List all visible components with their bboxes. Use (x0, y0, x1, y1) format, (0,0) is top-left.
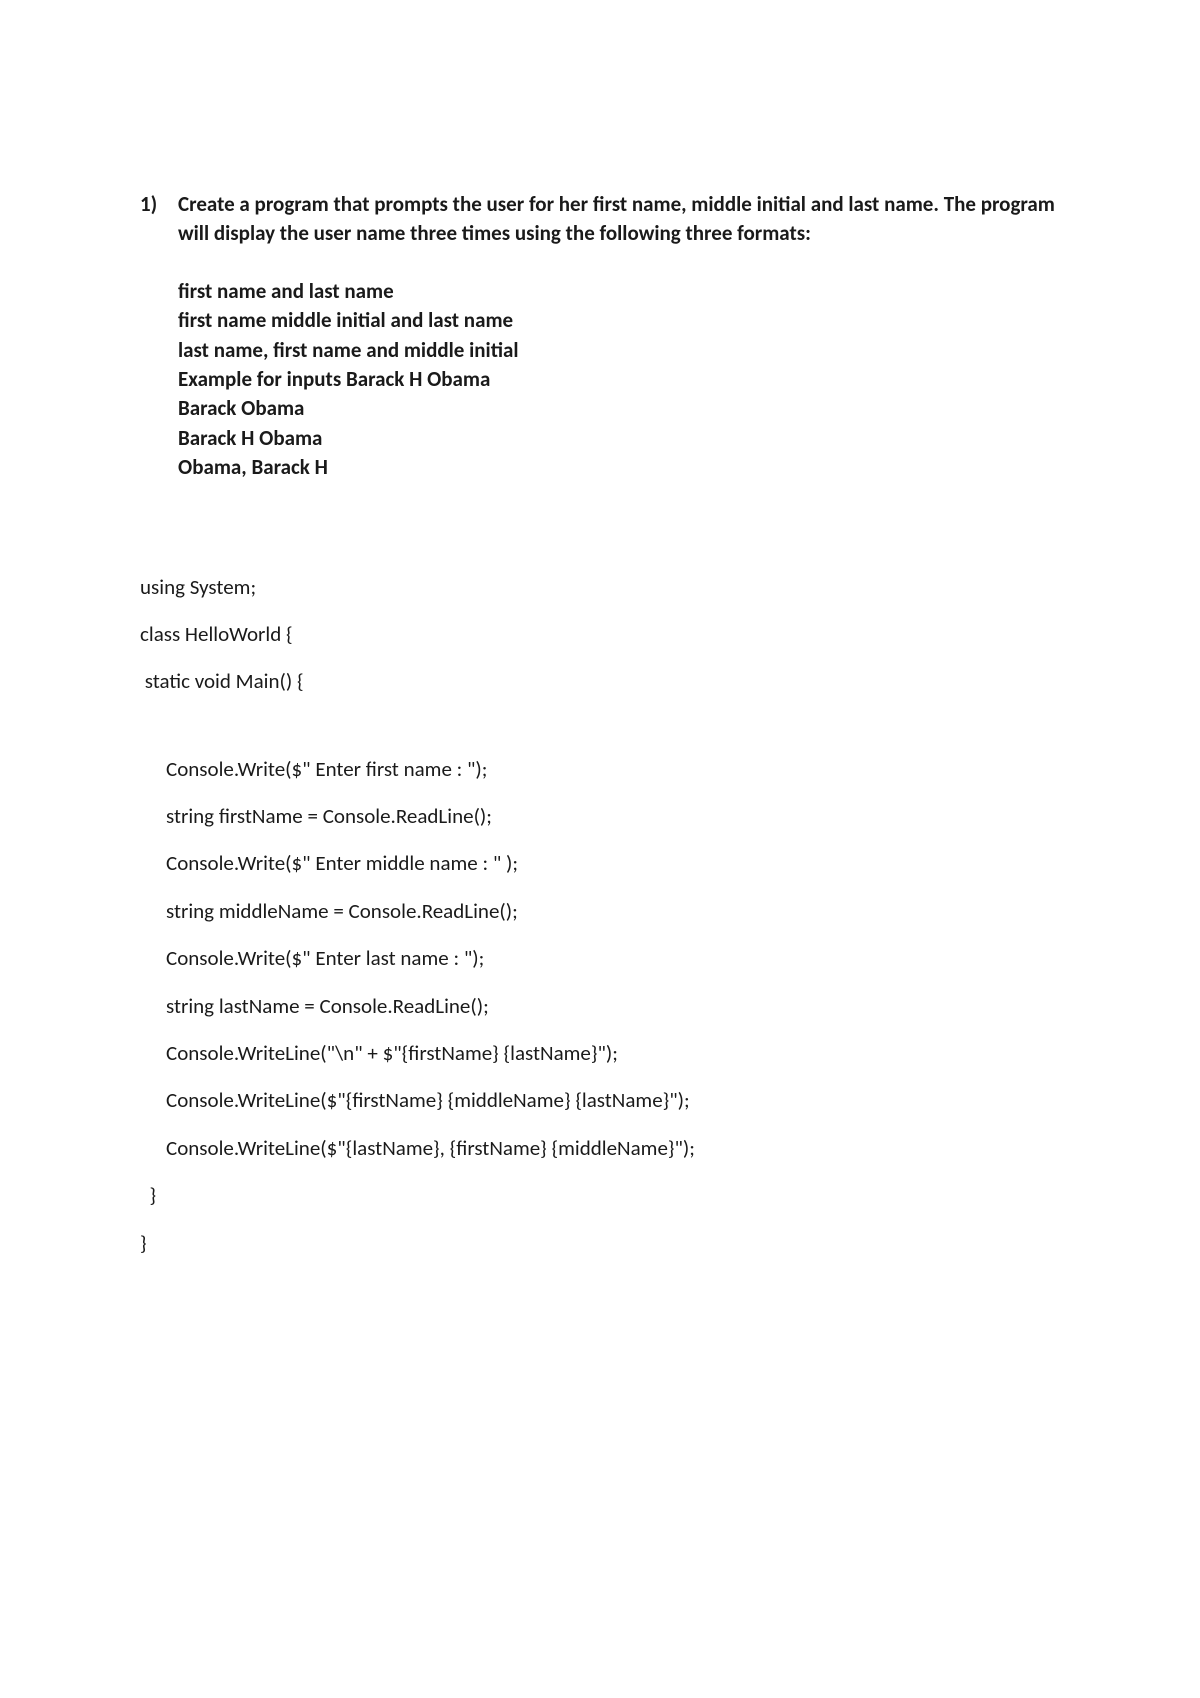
code-line: Console.WriteLine($"{firstName} {middleN… (140, 1086, 1060, 1115)
code-line: class HelloWorld { (140, 620, 1060, 649)
blank-line (140, 715, 1060, 755)
problem-spec: first name and last name first name midd… (178, 277, 1060, 483)
code-line: } (140, 1229, 1060, 1258)
problem-block: 1) Create a program that prompts the use… (140, 190, 1060, 483)
spec-line: first name middle initial and last name (178, 306, 1060, 335)
spec-line: Example for inputs Barack H Obama (178, 365, 1060, 394)
document-page: 1) Create a program that prompts the use… (0, 0, 1200, 1376)
code-line: string lastName = Console.ReadLine(); (140, 992, 1060, 1021)
code-line: static void Main() { (140, 667, 1060, 696)
spec-line: Obama, Barack H (178, 453, 1060, 482)
problem-description: Create a program that prompts the user f… (178, 190, 1060, 249)
spec-line: Barack Obama (178, 394, 1060, 423)
code-line: Console.WriteLine("\n" + $"{firstName} {… (140, 1039, 1060, 1068)
code-line: Console.WriteLine($"{lastName}, {firstNa… (140, 1134, 1060, 1163)
code-block: using System; class HelloWorld { static v… (140, 573, 1060, 1258)
code-line: } (140, 1181, 1060, 1210)
code-line: Console.Write($" Enter last name : "); (140, 944, 1060, 973)
spec-line: last name, first name and middle initial (178, 336, 1060, 365)
code-line: string middleName = Console.ReadLine(); (140, 897, 1060, 926)
code-line: Console.Write($" Enter middle name : " )… (140, 849, 1060, 878)
spec-line: Barack H Obama (178, 424, 1060, 453)
code-line: string firstName = Console.ReadLine(); (140, 802, 1060, 831)
code-line: using System; (140, 573, 1060, 602)
problem-number: 1) (140, 190, 178, 219)
spec-line: first name and last name (178, 277, 1060, 306)
problem-row: 1) Create a program that prompts the use… (140, 190, 1060, 249)
code-line: Console.Write($" Enter first name : "); (140, 755, 1060, 784)
